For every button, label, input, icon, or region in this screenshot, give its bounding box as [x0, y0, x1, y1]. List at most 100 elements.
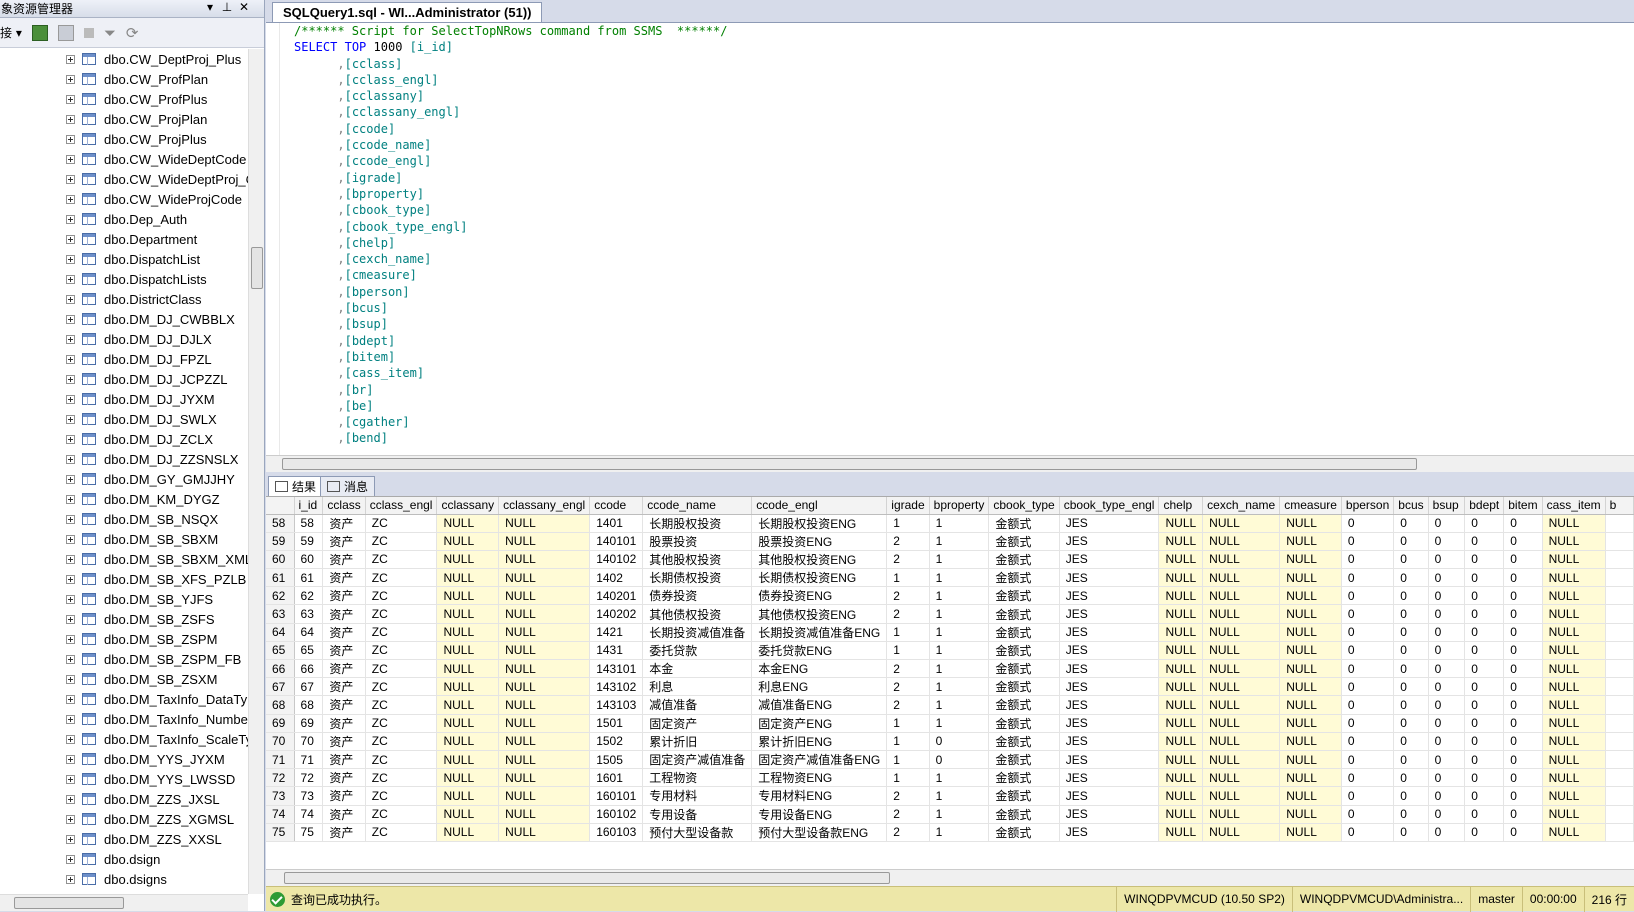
table-cell[interactable]: 0	[1464, 604, 1505, 624]
table-cell[interactable]: 0	[1464, 805, 1505, 824]
pin-icon[interactable]: ⊥	[220, 0, 234, 14]
column-header[interactable]: cass_item	[1542, 497, 1606, 515]
table-cell[interactable]: 0	[1503, 623, 1543, 642]
table-cell[interactable]: 1	[886, 568, 930, 588]
expand-icon[interactable]	[66, 74, 75, 84]
table-cell[interactable]: 2	[886, 677, 930, 697]
disconnect-icon[interactable]	[57, 24, 74, 41]
table-cell[interactable]: NULL	[1202, 695, 1281, 715]
table-cell[interactable]: NULL	[1542, 641, 1606, 661]
table-cell[interactable]: 0	[1503, 550, 1543, 570]
table-cell[interactable]: 1401	[589, 514, 644, 533]
table-cell[interactable]: 0	[1503, 514, 1543, 533]
tree-item[interactable]: dbo.dsign	[0, 849, 248, 869]
table-cell[interactable]: 0	[1341, 550, 1395, 570]
row-number-cell[interactable]: 62	[266, 586, 295, 606]
table-cell[interactable]: NULL	[436, 805, 500, 824]
table-cell[interactable]: 资产	[322, 714, 366, 733]
sql-code[interactable]: /****** Script for SelectTopNRows comman…	[294, 23, 727, 447]
expand-icon[interactable]	[66, 434, 75, 444]
expand-icon[interactable]	[66, 474, 75, 484]
table-cell[interactable]: 2	[886, 550, 930, 570]
table-cell[interactable]: JES	[1059, 659, 1160, 679]
table-cell[interactable]: NULL	[1279, 805, 1342, 824]
table-cell[interactable]: NULL	[1542, 805, 1606, 824]
table-cell[interactable]	[1605, 586, 1634, 606]
table-cell[interactable]: 股票投资ENG	[751, 532, 888, 551]
table-cell[interactable]: 资产	[322, 695, 366, 715]
table-cell[interactable]: JES	[1059, 750, 1160, 770]
table-cell[interactable]: NULL	[498, 823, 591, 842]
table-cell[interactable]: 债券投资ENG	[751, 586, 888, 606]
table-cell[interactable]	[1605, 823, 1634, 842]
table-cell[interactable]: 长期股权投资ENG	[751, 514, 888, 533]
table-row[interactable]: 66 66 资产 ZC NULL NULL 143101 本金 本金ENG 2 1 金额式 JES NUL…	[266, 659, 1634, 679]
table-cell[interactable]: 其他债权投资	[642, 604, 753, 624]
table-row[interactable]: 58 58 资产 ZC NULL NULL 1401 长期股权投资 长期股权投资ENG 1 1 金额式…	[266, 514, 1634, 533]
table-cell[interactable]: 1	[929, 823, 990, 842]
table-cell[interactable]: NULL	[1202, 586, 1281, 606]
table-cell[interactable]: 0	[1503, 750, 1543, 770]
table-cell[interactable]: 资产	[322, 732, 366, 751]
tree-item[interactable]: dbo.DM_ZZS_XGMSL	[0, 809, 248, 829]
table-cell[interactable]: 金额式	[988, 732, 1060, 751]
table-cell[interactable]: NULL	[1158, 823, 1204, 842]
table-cell[interactable]: 长期债权投资ENG	[751, 568, 888, 588]
expand-icon[interactable]	[66, 814, 75, 824]
table-cell[interactable]: 0	[1393, 532, 1429, 551]
table-cell[interactable]	[1605, 641, 1634, 661]
table-cell[interactable]: ZC	[365, 714, 438, 733]
table-cell[interactable]: 66	[294, 659, 324, 679]
expand-icon[interactable]	[66, 394, 75, 404]
table-cell[interactable]: NULL	[436, 514, 500, 533]
expand-icon[interactable]	[66, 254, 75, 264]
expand-icon[interactable]	[66, 654, 75, 664]
tree-item[interactable]: dbo.CW_WideProjCode	[0, 189, 248, 209]
tree-item[interactable]: dbo.DM_SB_YJFS	[0, 589, 248, 609]
expand-icon[interactable]	[66, 314, 75, 324]
table-cell[interactable]: 本金ENG	[751, 659, 888, 679]
table-cell[interactable]: 金额式	[988, 586, 1060, 606]
table-cell[interactable]: 1	[886, 732, 930, 751]
table-cell[interactable]: 1402	[589, 568, 644, 588]
table-cell[interactable]: 委托贷款	[642, 641, 753, 661]
table-cell[interactable]: 1505	[589, 750, 644, 770]
close-icon[interactable]: ✕	[237, 0, 251, 14]
table-cell[interactable]: 1	[886, 768, 930, 788]
table-cell[interactable]: ZC	[365, 641, 438, 661]
tree-item[interactable]: dbo.CW_ProjPlan	[0, 109, 248, 129]
row-number-cell[interactable]: 58	[266, 514, 295, 533]
table-cell[interactable]: ZC	[365, 514, 438, 533]
results-grid[interactable]: i_id cclass cclass_engl cclassany cclassany_…	[266, 496, 1634, 869]
table-cell[interactable]: 0	[1464, 568, 1505, 588]
tree-item[interactable]: dbo.CW_WideDeptCode	[0, 149, 248, 169]
tree-item[interactable]: dbo.DM_DJ_JYXM	[0, 389, 248, 409]
row-number-cell[interactable]: 68	[266, 695, 295, 715]
object-explorer-horizontal-scrollbar[interactable]	[0, 894, 248, 911]
table-cell[interactable]: JES	[1059, 695, 1160, 715]
table-cell[interactable]: 0	[1341, 623, 1395, 642]
table-cell[interactable]: NULL	[1202, 623, 1281, 642]
column-header[interactable]: cclassany_engl	[498, 497, 591, 515]
tree-item[interactable]: dbo.DM_SB_ZSPM	[0, 629, 248, 649]
table-cell[interactable]: 0	[1428, 586, 1466, 606]
table-cell[interactable]: JES	[1059, 677, 1160, 697]
table-cell[interactable]: 1	[929, 641, 990, 661]
table-cell[interactable]: 0	[1341, 568, 1395, 588]
table-cell[interactable]: 73	[294, 786, 324, 806]
table-cell[interactable]: 0	[1393, 805, 1429, 824]
table-cell[interactable]: 0	[1428, 768, 1466, 788]
table-cell[interactable]: 65	[294, 641, 324, 661]
table-cell[interactable]: 72	[294, 768, 324, 788]
table-cell[interactable]: NULL	[1158, 768, 1204, 788]
table-cell[interactable]: 1	[929, 677, 990, 697]
table-cell[interactable]: 长期投资减值准备ENG	[751, 623, 888, 642]
expand-icon[interactable]	[66, 514, 75, 524]
tree-item[interactable]: dbo.DM_KM_DYGZ	[0, 489, 248, 509]
table-cell[interactable]: 0	[1503, 823, 1543, 842]
table-cell[interactable]: NULL	[436, 568, 500, 588]
table-cell[interactable]: 143103	[589, 695, 644, 715]
table-cell[interactable]: NULL	[1202, 823, 1281, 842]
table-cell[interactable]: JES	[1059, 623, 1160, 642]
table-cell[interactable]: NULL	[1202, 550, 1281, 570]
